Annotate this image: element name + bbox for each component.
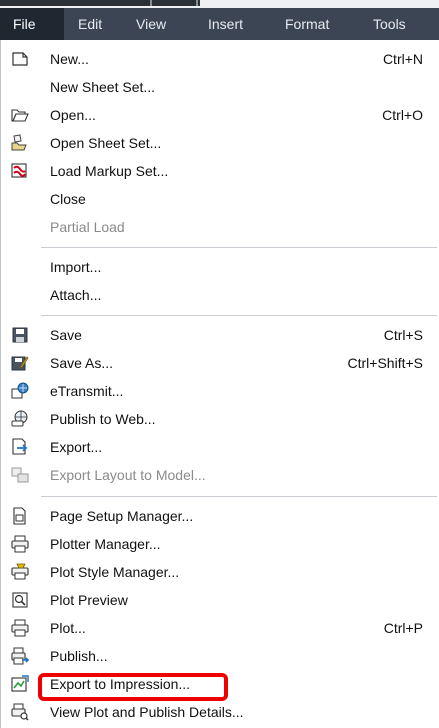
menu-insert[interactable]: Insert [208,8,243,40]
publish-icon [11,647,29,665]
menu-separator [41,315,437,316]
menu-separator [41,247,437,248]
menu-item-shortcut: Ctrl+S [383,327,423,343]
menu-bar: File Edit View Insert Format Tools [0,8,439,40]
menu-item-plot-preview[interactable]: Plot Preview [1,586,439,614]
menu-item-open-sheet-set[interactable]: Open Sheet Set... [1,129,439,157]
open-folder-icon [11,106,29,124]
load-markup-set-icon [11,162,29,180]
plotter-manager-icon [11,535,29,553]
plot-preview-icon [11,591,29,609]
menu-view[interactable]: View [136,8,166,40]
menu-item-label: Load Markup Set... [50,163,169,179]
publish-highlight-box [38,673,228,701]
menu-item-new[interactable]: New... Ctrl+N [1,45,439,73]
menu-item-label: Publish to Web... [50,411,156,427]
menu-item-label: Publish... [50,648,108,664]
menu-item-publish-to-web[interactable]: Publish to Web... [1,405,439,433]
menu-format[interactable]: Format [285,8,329,40]
menu-item-partial-load: Partial Load [1,213,439,241]
menu-item-view-plot-and-publish-details[interactable]: View Plot and Publish Details... [1,698,439,726]
menu-item-label: Plot Preview [50,592,128,608]
title-strip-dark [0,0,200,6]
view-plot-details-icon [11,703,29,721]
window-title-strip [0,0,439,8]
menu-item-shortcut: Ctrl+N [382,51,423,67]
menu-item-save-as[interactable]: Save As... Ctrl+Shift+S [1,349,439,377]
menu-item-import[interactable]: Import... [1,253,439,281]
menu-item-plot[interactable]: Plot... Ctrl+P [1,614,439,642]
menu-item-label: Export... [50,439,103,455]
menu-item-export[interactable]: Export... [1,433,439,461]
menu-item-plotter-manager[interactable]: Plotter Manager... [1,530,439,558]
menu-item-new-sheet-set[interactable]: New Sheet Set... [1,73,439,101]
menu-item-label: View Plot and Publish Details... [50,704,244,720]
menu-edit[interactable]: Edit [78,8,102,40]
new-document-icon [11,50,29,68]
menu-item-label: Page Setup Manager... [50,508,194,524]
menu-item-label: Save As... [50,355,114,371]
plot-icon [11,619,29,637]
menu-file[interactable]: File [0,8,64,40]
menu-item-label: New... [50,51,89,67]
menu-item-shortcut: Ctrl+Shift+S [347,355,423,371]
menu-tools[interactable]: Tools [373,8,406,40]
save-icon [11,326,29,344]
page-setup-icon [11,507,29,525]
menu-item-label: Plot... [50,620,86,636]
menu-item-label: Close [50,191,86,207]
export-impression-icon [11,675,29,693]
export-layout-icon [11,466,29,484]
menu-item-label: Attach... [50,287,102,303]
menu-item-label: New Sheet Set... [50,79,156,95]
plot-style-manager-icon [11,563,29,581]
menu-item-shortcut: Ctrl+P [383,620,423,636]
title-strip-mark [196,0,198,6]
menu-item-attach[interactable]: Attach... [1,281,439,309]
menu-item-save[interactable]: Save Ctrl+S [1,321,439,349]
menu-item-label: Export Layout to Model... [50,467,206,483]
menu-item-label: Import... [50,259,102,275]
menu-item-label: Save [50,327,82,343]
menu-item-label: Partial Load [50,219,125,235]
menu-item-label: Plot Style Manager... [50,564,180,580]
menu-item-page-setup-manager[interactable]: Page Setup Manager... [1,502,439,530]
menu-separator [41,496,437,497]
menu-item-shortcut: Ctrl+O [382,107,423,123]
menu-item-label: eTransmit... [50,383,124,399]
etransmit-icon [11,382,29,400]
save-as-icon [11,354,29,372]
menu-item-label: Open Sheet Set... [50,135,162,151]
menu-item-export-layout-to-model: Export Layout to Model... [1,461,439,489]
title-strip-mark [150,0,152,6]
menu-item-label: Open... [50,107,96,123]
menu-item-label: Plotter Manager... [50,536,161,552]
menu-item-open[interactable]: Open... Ctrl+O [1,101,439,129]
open-sheet-set-icon [11,134,29,152]
menu-item-load-markup-set[interactable]: Load Markup Set... [1,157,439,185]
menu-item-etransmit[interactable]: eTransmit... [1,377,439,405]
menu-item-plot-style-manager[interactable]: Plot Style Manager... [1,558,439,586]
export-icon [11,438,29,456]
menu-item-publish[interactable]: Publish... [1,642,439,670]
publish-to-web-icon [11,410,29,428]
menu-item-close[interactable]: Close [1,185,439,213]
file-menu-dropdown: New... Ctrl+N New Sheet Set... Open... C… [0,40,438,728]
